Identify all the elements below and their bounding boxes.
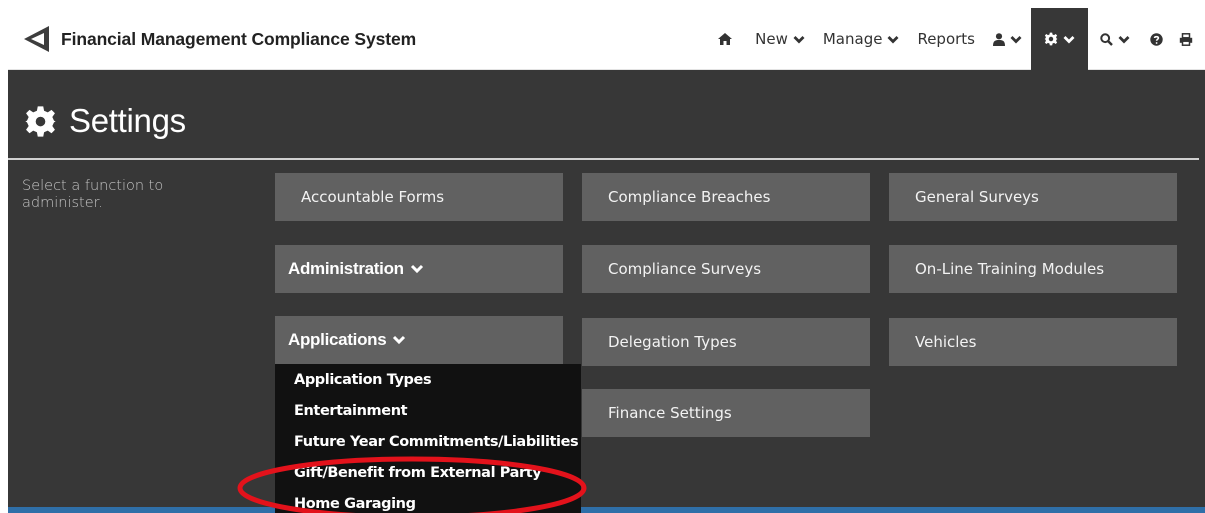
tile-label: Finance Settings	[608, 404, 732, 422]
tile-label: Delegation Types	[608, 333, 737, 351]
tile-compliance-surveys[interactable]: Compliance Surveys	[582, 245, 870, 293]
tile-applications[interactable]: Applications	[275, 316, 563, 364]
print-button[interactable]	[1171, 8, 1205, 70]
page-header: Settings	[24, 102, 186, 140]
brand[interactable]: Financial Management Compliance System	[22, 24, 416, 54]
chevron-down-icon	[1010, 35, 1022, 43]
help-icon	[1150, 32, 1163, 46]
manage-menu[interactable]: Manage	[814, 8, 909, 70]
menu-item-home-garaging[interactable]: Home Garaging	[294, 496, 416, 512]
chevron-down-icon	[887, 35, 899, 43]
tile-label: General Surveys	[915, 188, 1039, 206]
instruction-text: Select a function to administer.	[22, 178, 164, 211]
page-title: Settings	[69, 102, 186, 139]
chevron-down-icon	[1118, 35, 1130, 43]
settings-menu[interactable]	[1031, 8, 1088, 70]
tile-general-surveys[interactable]: General Surveys	[889, 173, 1177, 221]
tile-finance-settings[interactable]: Finance Settings	[582, 389, 870, 437]
footer-bar	[8, 507, 1205, 513]
tile-online-training-modules[interactable]: On-Line Training Modules	[889, 245, 1177, 293]
header-divider	[8, 158, 1199, 160]
app-title: Financial Management Compliance System	[61, 28, 417, 49]
manage-menu-label: Manage	[822, 30, 883, 48]
tile-label: Compliance Breaches	[608, 188, 771, 206]
search-icon	[1100, 32, 1113, 46]
app-window: Financial Management Compliance System N…	[8, 8, 1205, 513]
top-navbar: Financial Management Compliance System N…	[8, 8, 1205, 70]
menu-item-application-types[interactable]: Application Types	[294, 372, 432, 388]
tile-accountable-forms[interactable]: Accountable Forms	[275, 173, 563, 221]
tile-administration[interactable]: Administration	[275, 245, 563, 293]
chevron-down-icon	[1063, 35, 1075, 43]
user-menu[interactable]	[984, 8, 1031, 70]
menu-item-gift-benefit[interactable]: Gift/Benefit from External Party	[294, 465, 542, 481]
new-menu-label: New	[755, 30, 788, 48]
reports-link-label: Reports	[917, 30, 975, 48]
megaphone-logo-icon	[24, 26, 49, 52]
search-menu[interactable]	[1088, 8, 1142, 70]
menu-item-future-year-commitments[interactable]: Future Year Commitments/Liabilities	[294, 434, 579, 450]
new-menu[interactable]: New	[746, 8, 814, 70]
tile-compliance-breaches[interactable]: Compliance Breaches	[582, 173, 870, 221]
tile-label: Administration	[288, 259, 404, 278]
cog-icon	[25, 105, 56, 137]
tile-vehicles[interactable]: Vehicles	[889, 318, 1177, 366]
home-button[interactable]	[704, 8, 746, 70]
tile-label: Accountable Forms	[301, 188, 445, 206]
home-icon	[718, 33, 733, 45]
help-button[interactable]	[1142, 8, 1171, 70]
cog-icon	[1044, 32, 1058, 46]
chevron-down-icon	[793, 35, 805, 43]
tile-label: Applications	[288, 330, 387, 349]
print-icon	[1179, 32, 1193, 46]
tile-label: Compliance Surveys	[608, 260, 762, 278]
tile-label: Vehicles	[915, 333, 977, 351]
tile-label: On-Line Training Modules	[915, 260, 1105, 278]
nav-menu: New Manage Reports	[704, 8, 1205, 70]
tile-delegation-types[interactable]: Delegation Types	[582, 318, 870, 366]
chevron-down-icon	[410, 264, 423, 274]
chevron-down-icon	[393, 335, 406, 345]
applications-dropdown-menu: Application Types Entertainment Future Y…	[275, 364, 581, 513]
user-icon	[993, 32, 1005, 46]
menu-item-entertainment[interactable]: Entertainment	[294, 403, 408, 419]
reports-link[interactable]: Reports	[908, 8, 984, 70]
